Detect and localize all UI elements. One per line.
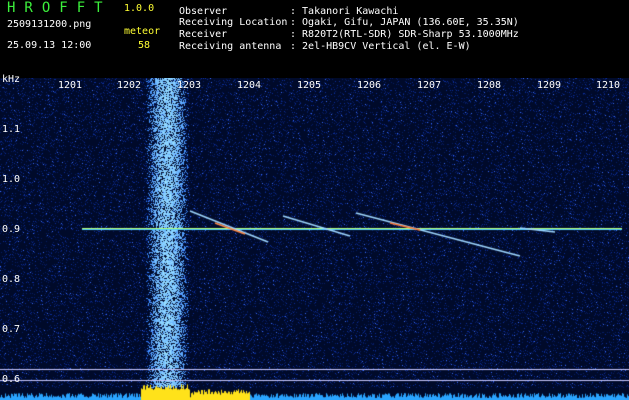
receiver-label: Receiver [179,29,228,40]
y-tick-label: 0.9 [2,224,21,235]
x-tick-label: 1207 [417,80,442,91]
x-tick-label: 1208 [477,80,502,91]
detection-mode: meteor [124,26,161,37]
detection-count: 58 [138,40,151,51]
antenna-label: Receiving antenna [179,41,282,52]
location-label: Receiving Location [179,17,288,28]
location-value: : Ogaki, Gifu, JAPAN (136.60E, 35.35N) [290,17,519,28]
x-tick-label: 1204 [237,80,262,91]
x-tick-label: 1205 [297,80,322,91]
app-name: HROFFT [7,0,112,16]
antenna-value: : 2el-HB9CV Vertical (el. E-W) [290,41,471,52]
x-tick-label: 1201 [58,80,83,91]
x-tick-label: 1210 [596,80,621,91]
receiver-value: : R820T2(RTL-SDR) SDR-Sharp 53.1000MHz [290,29,519,40]
y-tick-label: 0.6 [2,374,21,385]
y-tick-label: 0.8 [2,274,21,285]
x-tick-label: 1202 [117,80,142,91]
x-tick-label: 1203 [177,80,202,91]
y-axis-unit: kHz [2,74,21,85]
x-tick-label: 1209 [537,80,562,91]
file-name: 2509131200.png [7,19,92,30]
app-version: 1.0.0 [124,3,155,14]
file-datetime: 25.09.13 12:00 [7,40,92,51]
y-tick-label: 1.1 [2,124,21,135]
spectrogram-canvas [0,78,629,400]
y-tick-label: 0.7 [2,324,21,335]
hrofft-window: HROFFT 1.0.0 2509131200.png meteor 25.09… [0,0,629,400]
y-tick-label: 1.0 [2,174,21,185]
x-tick-label: 1206 [357,80,382,91]
